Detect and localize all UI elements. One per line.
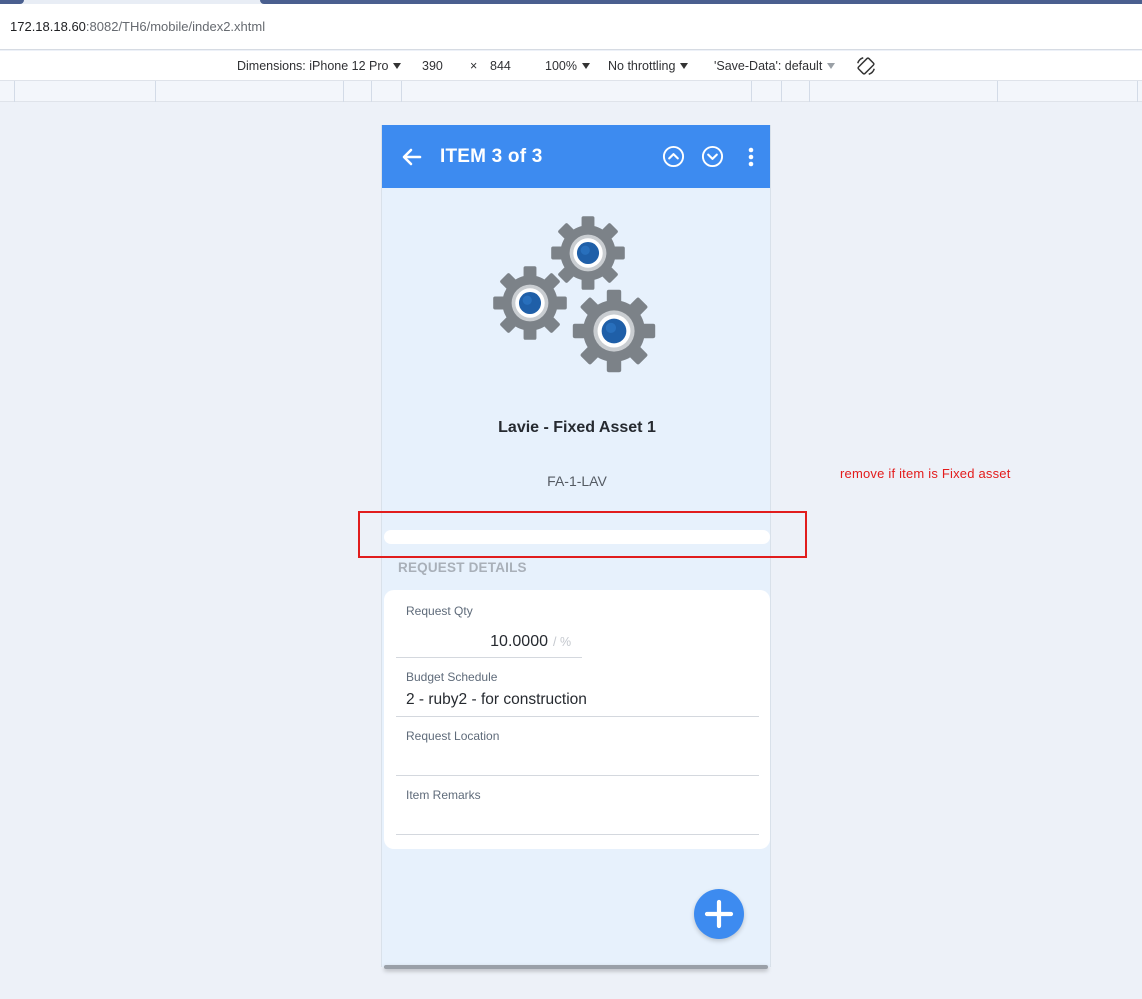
annotation-note: remove if item is Fixed asset [840,466,1011,481]
chevron-down-icon [393,63,402,69]
budget-schedule-label: Budget Schedule [406,670,498,684]
request-details-card: Request Qty 10.0000 / % Budget Schedule … [384,590,770,849]
url-text[interactable]: 172.18.18.60:8082/TH6/mobile/index2.xhtm… [10,19,265,34]
throttling-label: No throttling [608,59,676,73]
item-code: FA-1-LAV [547,473,607,489]
more-vert-icon[interactable] [744,146,758,168]
request-qty-label: Request Qty [406,604,473,618]
request-location-input[interactable] [406,750,756,770]
gears-icon [493,216,656,373]
zoom-label: 100% [545,59,577,73]
input-underline [396,775,759,776]
save-data-select[interactable]: 'Save-Data': default [714,59,836,73]
item-remarks-input[interactable] [406,809,756,829]
request-qty-unit: / % [553,635,572,649]
chevron-down-circle-icon[interactable] [701,145,724,168]
url-host: 172.18.18.60 [10,19,86,34]
width-input[interactable]: 390 [422,59,443,73]
viewport-bottom-edge [384,965,768,969]
item-name: Lavie - Fixed Asset 1 [498,419,656,436]
chevron-down-icon [581,63,590,69]
budget-schedule-select[interactable]: 2 - ruby2 - for construction [406,691,587,709]
arrow-back-icon[interactable] [400,145,424,169]
request-qty-value[interactable]: 10.0000 [434,633,548,651]
app-bar: ITEM 3 of 3 [382,125,770,188]
media-query-ruler[interactable] [0,81,1142,102]
item-remarks-label: Item Remarks [406,788,481,802]
add-button[interactable] [694,889,744,939]
url-path: :8082/TH6/mobile/index2.xhtml [85,19,266,34]
chevron-up-circle-icon[interactable] [662,145,685,168]
device-toolbar: Dimensions: iPhone 12 Pro 390 × 844 100%… [0,51,1142,81]
chevron-down-icon [680,63,689,69]
section-title: REQUEST DETAILS [398,560,527,575]
input-underline [396,834,759,835]
dimensions-select[interactable]: Dimensions: iPhone 12 Pro [237,59,402,73]
input-underline [396,716,759,717]
page-title: ITEM 3 of 3 [440,146,543,167]
rotate-device-icon[interactable] [855,55,877,77]
plus-icon [704,899,734,929]
throttling-select[interactable]: No throttling [608,59,689,73]
height-input[interactable]: 844 [490,59,511,73]
times-sign: × [470,59,478,73]
chevron-down-icon [827,63,836,69]
zoom-select[interactable]: 100% [545,59,590,73]
save-data-label: 'Save-Data': default [714,59,823,73]
address-bar[interactable]: 172.18.18.60:8082/TH6/mobile/index2.xhtm… [0,4,1142,50]
request-location-label: Request Location [406,729,500,743]
dimensions-label: Dimensions: iPhone 12 Pro [237,59,389,73]
annotation-highlight-box [358,511,807,558]
input-underline [396,657,582,658]
